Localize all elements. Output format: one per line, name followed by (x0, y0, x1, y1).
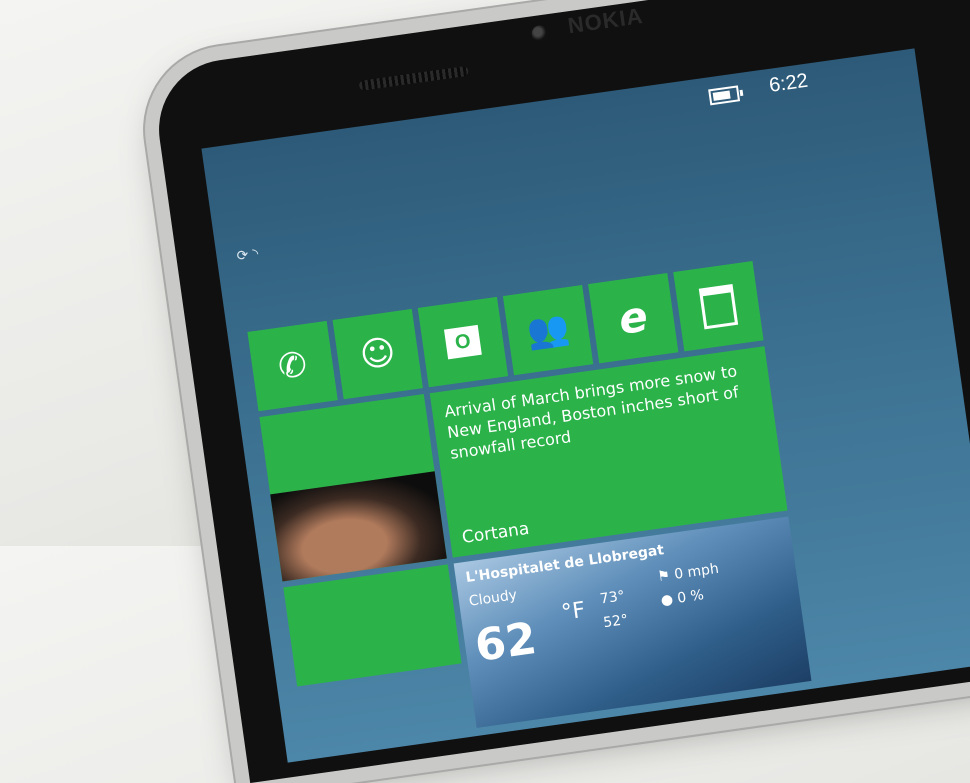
weather-condition: Cloudy (467, 587, 519, 610)
outlook-icon: O (443, 324, 482, 360)
people-icon: 👥 (524, 307, 572, 353)
tile-phone[interactable]: ✆ (247, 320, 338, 412)
wind-value: 0 mph (673, 560, 720, 583)
tile-outlook[interactable]: O (417, 296, 509, 388)
weather-high: 73° (598, 588, 626, 608)
store-icon (698, 283, 739, 329)
phone: NOKIA 6:22 ⟳ ◝ ✆ ☺ O 👥 e Arrival of Marc… (0, 0, 970, 783)
brand-logo: NOKIA (566, 2, 645, 39)
tile-internet-explorer[interactable]: e (588, 272, 679, 364)
status-clock: 6:22 (767, 69, 810, 97)
message-icon: ☺ (357, 331, 399, 377)
sync-icon: ⟳ (235, 247, 250, 265)
weather-rain: ● 0 % (660, 587, 705, 609)
rain-value: 0 % (676, 587, 705, 607)
tile-messaging[interactable]: ☺ (332, 308, 423, 400)
system-tray: ⟳ ◝ (236, 246, 260, 265)
earpiece (358, 65, 469, 91)
tile-store[interactable] (673, 261, 764, 352)
weather-wind: ⚑ 0 mph (656, 561, 719, 585)
phone-icon: ✆ (275, 344, 310, 388)
battery-icon (708, 85, 741, 106)
tile-me[interactable]: Me (259, 394, 447, 582)
tile-people[interactable]: 👥 (502, 284, 594, 376)
weather-low: 52° (602, 611, 630, 632)
weather-unit: °F (559, 597, 587, 626)
weather-temperature: 62 (471, 613, 540, 673)
wind-icon: ⚑ (656, 567, 676, 586)
profile-photo (270, 471, 447, 582)
tile-app[interactable] (283, 564, 462, 687)
internet-explorer-icon: e (615, 291, 651, 344)
cortana-label: Cortana (460, 518, 531, 549)
start-screen[interactable]: 6:22 ⟳ ◝ ✆ ☺ O 👥 e Arrival of March brin… (201, 48, 970, 763)
front-camera (530, 24, 549, 43)
phone-body: NOKIA 6:22 ⟳ ◝ ✆ ☺ O 👥 e Arrival of Marc… (150, 0, 970, 783)
wifi-icon: ◝ (251, 245, 260, 263)
